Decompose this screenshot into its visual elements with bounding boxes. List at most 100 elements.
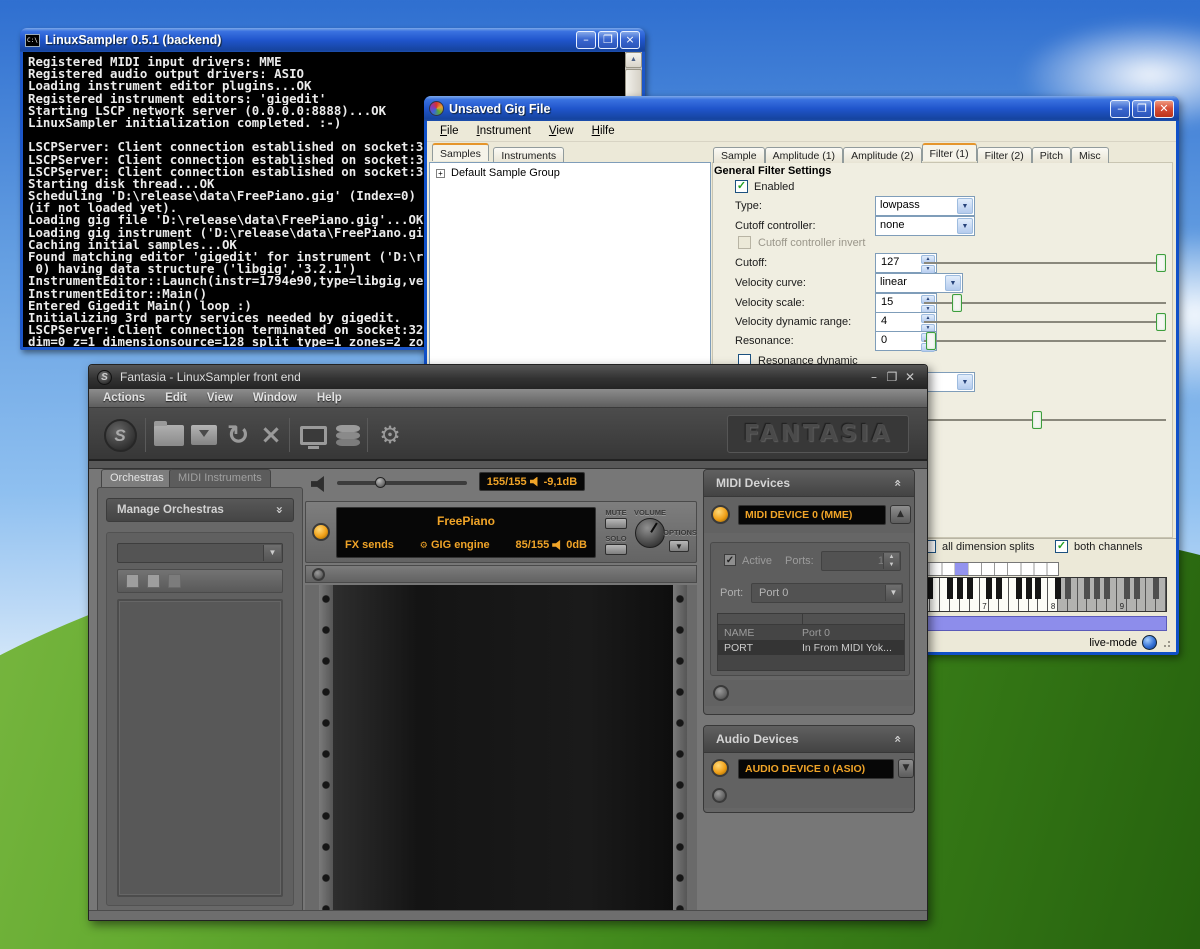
instruments-db-button[interactable] (331, 418, 365, 452)
slider-handle[interactable] (1032, 411, 1042, 429)
minimize-button[interactable]: – (576, 31, 596, 49)
tab-amplitude-2[interactable]: Amplitude (2) (843, 147, 921, 163)
chevron-down-icon[interactable]: ▼ (263, 545, 281, 561)
open-session-button[interactable] (151, 418, 187, 452)
chevron-down-icon[interactable]: ▼ (885, 585, 901, 601)
resonance-slider[interactable] (924, 332, 1166, 350)
expand-icon[interactable]: + (436, 169, 445, 178)
port-select[interactable]: Port 0 ▼ (751, 583, 903, 603)
scroll-up-button[interactable]: ▲ (625, 52, 642, 68)
port-parameters-table[interactable]: NAME Port 0 PORT In From MIDI Yok... (717, 613, 905, 671)
piano-black-key[interactable] (1134, 578, 1140, 599)
tab-instruments[interactable]: Instruments (493, 147, 564, 163)
piano-black-key[interactable] (1124, 578, 1130, 599)
close-button[interactable]: × (620, 31, 640, 49)
slider-handle[interactable] (1156, 254, 1166, 272)
chevron-down-icon[interactable]: ▼ (945, 275, 961, 291)
audio-devices-header[interactable]: Audio Devices « (704, 726, 914, 753)
mute-button[interactable] (605, 518, 627, 529)
close-button[interactable]: ✕ (901, 370, 919, 384)
tab-filter-1[interactable]: Filter (1) (922, 143, 977, 161)
menu-actions[interactable]: Actions (103, 392, 145, 404)
menu-help[interactable]: Help (317, 392, 342, 404)
cutoff-slider[interactable] (924, 254, 1166, 272)
cutoff-controller-select[interactable]: none ▼ (875, 216, 975, 236)
chevron-down-icon[interactable]: ▼ (957, 374, 973, 390)
spin-up-down-icon[interactable]: ▲▼ (883, 553, 899, 569)
chevron-down-icon[interactable]: ▼ (957, 198, 973, 214)
tab-amplitude-1[interactable]: Amplitude (1) (765, 147, 843, 163)
orchestra-combo[interactable]: ▼ (117, 543, 283, 563)
slider-handle[interactable] (1156, 313, 1166, 331)
minimize-button[interactable]: – (1110, 100, 1130, 118)
piano-black-key[interactable] (1055, 578, 1061, 599)
maximize-button[interactable]: ❐ (883, 370, 901, 384)
tab-midi-instruments[interactable]: MIDI Instruments (169, 469, 271, 487)
piano-black-key[interactable] (1153, 578, 1159, 599)
resize-grip[interactable] (1162, 639, 1170, 647)
reset-sampler-button[interactable]: × (255, 418, 287, 452)
piano-black-key[interactable] (967, 578, 973, 599)
ports-spinner[interactable]: 1 ▲▼ (821, 551, 901, 571)
piano-black-key[interactable] (1104, 578, 1110, 599)
fx-sends-button[interactable]: FX sends (345, 539, 394, 551)
gigedit-titlebar[interactable]: Unsaved Gig File – ❐ ✕ (424, 96, 1179, 121)
new-orchestra-icon[interactable] (126, 574, 139, 588)
audio-device-menu-button[interactable]: ▼ (898, 759, 914, 778)
channel-volume-knob[interactable] (635, 518, 665, 548)
midi-devices-header[interactable]: MIDI Devices « (704, 470, 914, 497)
sampler-info-button[interactable]: S (101, 418, 139, 452)
piano-black-key[interactable] (927, 578, 933, 599)
export-session-button[interactable] (187, 418, 221, 452)
live-mode-icon[interactable] (1142, 635, 1157, 650)
fantasia-titlebar[interactable]: S Fantasia - LinuxSampler front end – ❐ … (89, 365, 927, 389)
channel-lcd[interactable]: FreePiano FX sends ⚙ GIG engine 85/1550d… (336, 507, 596, 558)
tab-sample[interactable]: Sample (713, 147, 765, 163)
piano-black-key[interactable] (1065, 578, 1071, 599)
menu-help[interactable]: Hilfe (585, 123, 622, 139)
refresh-button[interactable]: ↻ (221, 418, 255, 452)
menu-view[interactable]: View (207, 392, 233, 404)
master-volume-knob[interactable] (375, 477, 386, 488)
velocity-scale-slider[interactable] (924, 294, 1166, 312)
orchestra-list[interactable] (117, 599, 283, 897)
piano-black-key[interactable] (1026, 578, 1032, 599)
maximize-button[interactable]: ❐ (1132, 100, 1152, 118)
delete-orchestra-icon[interactable] (168, 574, 181, 588)
menu-view[interactable]: View (542, 123, 581, 139)
piano-black-key[interactable] (957, 578, 963, 599)
menu-file[interactable]: File (433, 123, 466, 139)
piano-black-key[interactable] (1094, 578, 1100, 599)
new-audio-device-power-button[interactable] (712, 788, 727, 803)
terminal-titlebar[interactable]: C:\ LinuxSampler 0.5.1 (backend) – ❐ × (20, 28, 645, 52)
tab-filter-2[interactable]: Filter (2) (977, 147, 1032, 163)
piano-black-key[interactable] (1035, 578, 1041, 599)
menu-window[interactable]: Window (253, 392, 297, 404)
enabled-checkbox[interactable]: ✓ (735, 180, 748, 193)
engine-selector[interactable]: ⚙ GIG engine (420, 539, 490, 551)
cutoff-invert-checkbox[interactable] (738, 236, 751, 249)
minimize-button[interactable]: – (865, 370, 883, 384)
manage-orchestras-header[interactable]: Manage Orchestras « (106, 498, 294, 522)
velocity-dynamic-range-slider[interactable] (924, 313, 1166, 331)
midi-device-power-button[interactable] (711, 505, 730, 524)
chevron-down-icon[interactable]: ▼ (957, 218, 973, 234)
new-midi-device-power-button[interactable] (713, 685, 729, 701)
menu-edit[interactable]: Edit (165, 392, 187, 404)
maximize-button[interactable]: ❐ (598, 31, 618, 49)
tab-samples[interactable]: Samples (432, 143, 489, 161)
channel-power-button[interactable] (312, 523, 330, 541)
active-checkbox[interactable]: ✓ (724, 554, 736, 566)
tab-orchestras[interactable]: Orchestras (101, 469, 173, 487)
audio-device-power-button[interactable] (711, 759, 729, 777)
both-channels-checkbox[interactable]: ✓ (1055, 540, 1068, 553)
midi-device-menu-button[interactable]: ▲ (890, 505, 911, 524)
edit-orchestra-icon[interactable] (147, 574, 160, 588)
velocity-curve-select[interactable]: linear ▼ (875, 273, 963, 293)
piano-black-key[interactable] (947, 578, 953, 599)
piano-black-key[interactable] (1084, 578, 1090, 599)
solo-button[interactable] (605, 544, 627, 555)
close-button[interactable]: ✕ (1154, 100, 1174, 118)
piano-black-key[interactable] (996, 578, 1002, 599)
midi-devices-button[interactable] (295, 418, 331, 452)
